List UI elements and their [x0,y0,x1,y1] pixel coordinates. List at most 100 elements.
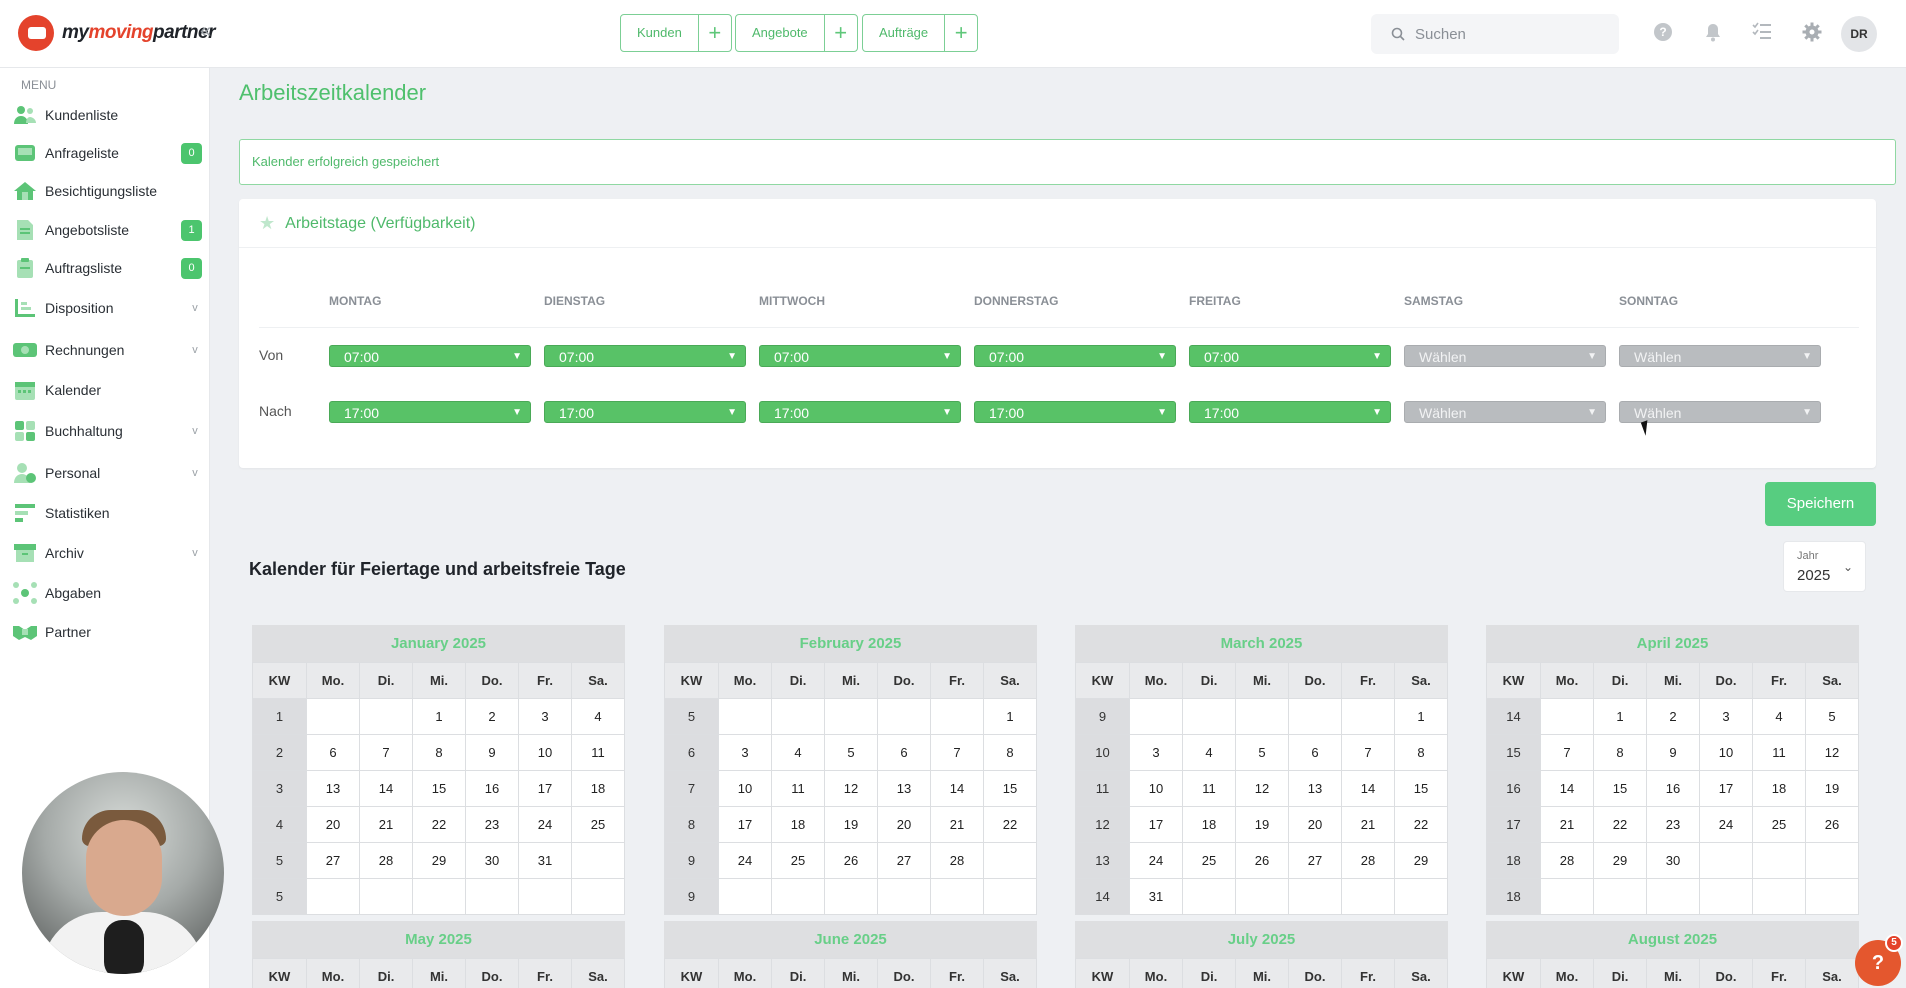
day-cell[interactable] [1805,878,1859,915]
day-cell[interactable] [306,698,360,735]
day-cell[interactable] [1182,878,1236,915]
day-cell[interactable]: 11 [1182,770,1236,807]
day-cell[interactable]: 11 [771,770,825,807]
day-cell[interactable]: 29 [412,842,466,879]
to-time-select-sonntag[interactable]: Wählen ▼ [1619,401,1821,423]
chevron-down-icon[interactable]: v [188,344,202,356]
day-cell[interactable]: 5 [824,734,878,771]
day-cell[interactable] [465,878,519,915]
day-cell[interactable]: 5 [1805,698,1859,735]
help-circle-icon[interactable]: ? [1651,22,1675,46]
day-cell[interactable]: 14 [1540,770,1594,807]
day-cell[interactable]: 30 [465,842,519,879]
day-cell[interactable] [1752,878,1806,915]
day-cell[interactable] [1288,698,1342,735]
day-cell[interactable]: 22 [1593,806,1647,843]
day-cell[interactable]: 5 [1235,734,1289,771]
add-kunde-icon[interactable]: + [699,15,731,51]
sidebar-item-statistiken[interactable]: Statistiken [12,498,202,528]
day-cell[interactable]: 26 [824,842,878,879]
day-cell[interactable]: 21 [359,806,413,843]
sidebar-item-angebotsliste[interactable]: Angebotsliste 1 [12,215,202,245]
day-cell[interactable]: 12 [1235,770,1289,807]
day-cell[interactable]: 24 [1129,842,1183,879]
day-cell[interactable] [1129,698,1183,735]
save-button[interactable]: Speichern [1765,482,1876,526]
sidebar-item-personal[interactable]: Personal v [12,458,202,488]
day-cell[interactable] [412,878,466,915]
day-cell[interactable]: 4 [571,698,625,735]
day-cell[interactable] [718,698,772,735]
topnav-angebote-button[interactable]: Angebote [736,15,825,51]
day-cell[interactable]: 4 [771,734,825,771]
day-cell[interactable]: 25 [1752,806,1806,843]
day-cell[interactable]: 20 [1288,806,1342,843]
day-cell[interactable] [359,878,413,915]
day-cell[interactable] [359,698,413,735]
to-time-select-donnerstag[interactable]: 17:00 ▼ [974,401,1176,423]
day-cell[interactable] [1235,878,1289,915]
day-cell[interactable]: 6 [877,734,931,771]
sidebar-item-abgaben[interactable]: Abgaben [12,578,202,608]
day-cell[interactable]: 3 [518,698,572,735]
day-cell[interactable]: 17 [718,806,772,843]
day-cell[interactable]: 6 [1288,734,1342,771]
day-cell[interactable]: 29 [1593,842,1647,879]
day-cell[interactable]: 7 [359,734,413,771]
day-cell[interactable]: 30 [1646,842,1700,879]
day-cell[interactable]: 17 [518,770,572,807]
day-cell[interactable]: 8 [412,734,466,771]
year-select[interactable]: Jahr 2025 ⌄ [1783,541,1866,592]
chevron-down-icon[interactable]: v [188,425,202,437]
day-cell[interactable]: 3 [1699,698,1753,735]
day-cell[interactable] [306,878,360,915]
day-cell[interactable]: 27 [1288,842,1342,879]
to-time-select-mittwoch[interactable]: 17:00 ▼ [759,401,961,423]
day-cell[interactable]: 19 [1235,806,1289,843]
day-cell[interactable]: 13 [306,770,360,807]
to-time-select-samstag[interactable]: Wählen ▼ [1404,401,1606,423]
chevron-down-icon[interactable]: v [188,302,202,314]
from-time-select-sonntag[interactable]: Wählen ▼ [1619,345,1821,367]
day-cell[interactable]: 24 [1699,806,1753,843]
day-cell[interactable]: 22 [1394,806,1448,843]
day-cell[interactable]: 4 [1182,734,1236,771]
collapse-sidebar-icon[interactable]: « [200,20,211,43]
day-cell[interactable]: 16 [1646,770,1700,807]
day-cell[interactable] [1593,878,1647,915]
sidebar-item-kalender[interactable]: Kalender [12,375,202,405]
day-cell[interactable] [824,698,878,735]
day-cell[interactable]: 22 [412,806,466,843]
sidebar-item-buchhaltung[interactable]: Buchhaltung v [12,416,202,446]
day-cell[interactable]: 25 [771,842,825,879]
day-cell[interactable]: 10 [1699,734,1753,771]
day-cell[interactable] [1752,842,1806,879]
sidebar-item-kundenliste[interactable]: Kundenliste [12,100,202,130]
day-cell[interactable] [771,698,825,735]
day-cell[interactable] [824,878,878,915]
day-cell[interactable] [1341,698,1395,735]
day-cell[interactable] [571,842,625,879]
topnav-kunden-button[interactable]: Kunden [621,15,699,51]
day-cell[interactable]: 29 [1394,842,1448,879]
day-cell[interactable]: 1 [1394,698,1448,735]
day-cell[interactable]: 15 [1394,770,1448,807]
gear-icon[interactable] [1800,22,1824,46]
day-cell[interactable]: 1 [983,698,1037,735]
day-cell[interactable] [930,878,984,915]
add-angebot-icon[interactable]: + [825,15,857,51]
day-cell[interactable] [1394,878,1448,915]
day-cell[interactable]: 23 [1646,806,1700,843]
day-cell[interactable]: 7 [1540,734,1594,771]
sidebar-item-rechnungen[interactable]: Rechnungen v [12,335,202,365]
day-cell[interactable] [1540,698,1594,735]
day-cell[interactable]: 24 [518,806,572,843]
day-cell[interactable]: 15 [1593,770,1647,807]
day-cell[interactable]: 8 [1394,734,1448,771]
from-time-select-dienstag[interactable]: 07:00 ▼ [544,345,746,367]
checklist-icon[interactable] [1750,22,1774,46]
day-cell[interactable]: 28 [359,842,413,879]
to-time-select-montag[interactable]: 17:00 ▼ [329,401,531,423]
chevron-down-icon[interactable]: v [188,547,202,559]
sidebar-item-besichtigungsliste[interactable]: Besichtigungsliste [12,176,202,206]
